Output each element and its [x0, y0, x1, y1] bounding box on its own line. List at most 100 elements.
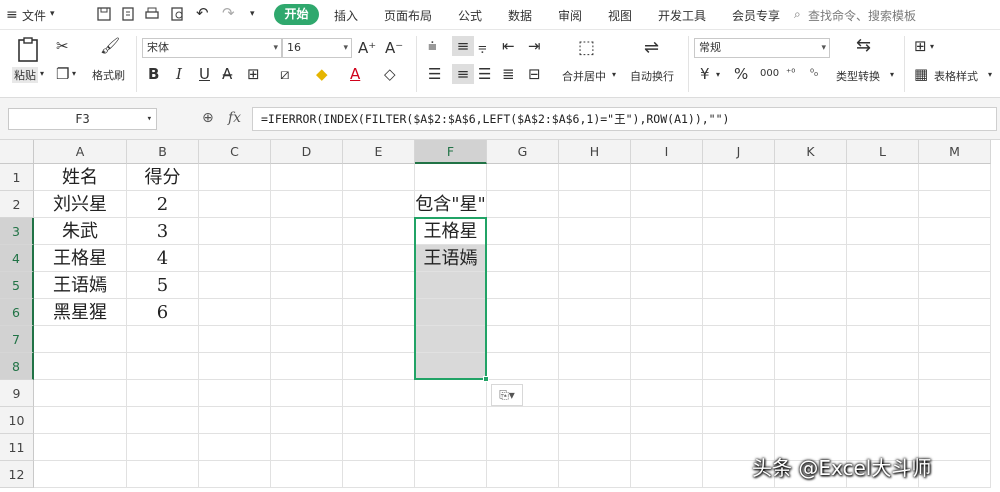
- cell-H12[interactable]: [559, 461, 631, 488]
- tab-page-layout[interactable]: 页面布局: [384, 7, 432, 24]
- spreadsheet-grid[interactable]: A B C D E F G H I J K L M 1 姓名 得分 2 刘兴星 2 包含"星" 3 朱武 3 王格星 4 王格星 4…: [0, 140, 1000, 492]
- border-icon[interactable]: ⊞: [247, 66, 260, 82]
- cell-I1[interactable]: [631, 164, 703, 191]
- cell-B8[interactable]: [127, 353, 199, 380]
- cell-B3[interactable]: 3: [127, 218, 199, 245]
- cell-L6[interactable]: [847, 299, 919, 326]
- cell-L4[interactable]: [847, 245, 919, 272]
- cell-K2[interactable]: [775, 191, 847, 218]
- italic-icon[interactable]: I: [176, 66, 182, 82]
- align-left-icon[interactable]: ☰: [428, 66, 441, 82]
- cell-F4[interactable]: 王语嫣: [415, 245, 487, 272]
- cell-E5[interactable]: [343, 272, 415, 299]
- cell-G8[interactable]: [487, 353, 559, 380]
- row-header-9[interactable]: 9: [0, 380, 34, 407]
- strikethrough-icon[interactable]: A̶: [222, 66, 232, 82]
- cell-F7[interactable]: [415, 326, 487, 353]
- cell-D2[interactable]: [271, 191, 343, 218]
- cell-D6[interactable]: [271, 299, 343, 326]
- cell-H6[interactable]: [559, 299, 631, 326]
- type-convert-dropdown-icon[interactable]: ▾: [890, 70, 894, 79]
- cell-B11[interactable]: [127, 434, 199, 461]
- cell-H5[interactable]: [559, 272, 631, 299]
- copy-dropdown-icon[interactable]: ▾: [72, 69, 76, 78]
- cell-B5[interactable]: 5: [127, 272, 199, 299]
- cell-A10[interactable]: [34, 407, 127, 434]
- cell-I7[interactable]: [631, 326, 703, 353]
- cell-M7[interactable]: [919, 326, 991, 353]
- cell-E7[interactable]: [343, 326, 415, 353]
- cell-F3[interactable]: 王格星: [415, 218, 487, 245]
- cell-F6[interactable]: [415, 299, 487, 326]
- cell-C3[interactable]: [199, 218, 271, 245]
- cell-M3[interactable]: [919, 218, 991, 245]
- cell-J2[interactable]: [703, 191, 775, 218]
- cell-I6[interactable]: [631, 299, 703, 326]
- cell-E4[interactable]: [343, 245, 415, 272]
- bold-icon[interactable]: B: [148, 66, 159, 82]
- cell-L5[interactable]: [847, 272, 919, 299]
- cell-H10[interactable]: [559, 407, 631, 434]
- column-header-I[interactable]: I: [631, 140, 703, 164]
- cell-K8[interactable]: [775, 353, 847, 380]
- cell-D9[interactable]: [271, 380, 343, 407]
- cell-A1[interactable]: 姓名: [34, 164, 127, 191]
- cell-F5[interactable]: [415, 272, 487, 299]
- select-all-corner[interactable]: [0, 140, 34, 164]
- cell-M8[interactable]: [919, 353, 991, 380]
- cell-I9[interactable]: [631, 380, 703, 407]
- cell-H2[interactable]: [559, 191, 631, 218]
- merge-dropdown-icon[interactable]: ▾: [612, 70, 616, 79]
- align-middle-icon[interactable]: ≡: [452, 36, 474, 56]
- table-style-icon[interactable]: ▦: [914, 66, 928, 82]
- cell-M2[interactable]: [919, 191, 991, 218]
- redo-icon[interactable]: ↷: [222, 4, 235, 22]
- cell-A4[interactable]: 王格星: [34, 245, 127, 272]
- cell-L7[interactable]: [847, 326, 919, 353]
- cell-D5[interactable]: [271, 272, 343, 299]
- cell-K9[interactable]: [775, 380, 847, 407]
- underline-icon[interactable]: U: [199, 66, 210, 82]
- font-name-select[interactable]: 宋体 ▾: [142, 38, 282, 58]
- column-header-M[interactable]: M: [919, 140, 991, 164]
- cell-C5[interactable]: [199, 272, 271, 299]
- currency-dropdown-icon[interactable]: ▾: [716, 70, 720, 79]
- column-header-J[interactable]: J: [703, 140, 775, 164]
- thousands-icon[interactable]: 000: [760, 66, 779, 82]
- cell-E2[interactable]: [343, 191, 415, 218]
- cell-D3[interactable]: [271, 218, 343, 245]
- cell-K1[interactable]: [775, 164, 847, 191]
- paste-dropdown-icon[interactable]: ▾: [40, 69, 44, 78]
- quick-access-more-icon[interactable]: ▾: [250, 9, 255, 19]
- cell-J6[interactable]: [703, 299, 775, 326]
- cell-D11[interactable]: [271, 434, 343, 461]
- row-header-11[interactable]: 11: [0, 434, 34, 461]
- align-top-icon[interactable]: ⩧: [428, 38, 437, 54]
- column-header-K[interactable]: K: [775, 140, 847, 164]
- column-header-L[interactable]: L: [847, 140, 919, 164]
- conditional-format-dropdown-icon[interactable]: ▾: [930, 42, 934, 51]
- row-header-4[interactable]: 4: [0, 245, 34, 272]
- cell-E11[interactable]: [343, 434, 415, 461]
- cell-E1[interactable]: [343, 164, 415, 191]
- cell-M5[interactable]: [919, 272, 991, 299]
- cell-L9[interactable]: [847, 380, 919, 407]
- cell-F2[interactable]: 包含"星": [415, 191, 487, 218]
- cell-B10[interactable]: [127, 407, 199, 434]
- cell-B4[interactable]: 4: [127, 245, 199, 272]
- cell-I3[interactable]: [631, 218, 703, 245]
- print-preview-icon[interactable]: [170, 6, 186, 22]
- wrap-text-icon[interactable]: ⇌: [644, 39, 659, 57]
- cell-A3[interactable]: 朱武: [34, 218, 127, 245]
- column-header-E[interactable]: E: [343, 140, 415, 164]
- cell-H8[interactable]: [559, 353, 631, 380]
- cell-C9[interactable]: [199, 380, 271, 407]
- cell-E10[interactable]: [343, 407, 415, 434]
- format-painter-icon[interactable]: 🖌: [100, 38, 120, 54]
- align-right-icon[interactable]: ☰: [478, 66, 491, 82]
- cell-L2[interactable]: [847, 191, 919, 218]
- cell-K6[interactable]: [775, 299, 847, 326]
- cell-B12[interactable]: [127, 461, 199, 488]
- cell-F8[interactable]: [415, 353, 487, 380]
- cell-E6[interactable]: [343, 299, 415, 326]
